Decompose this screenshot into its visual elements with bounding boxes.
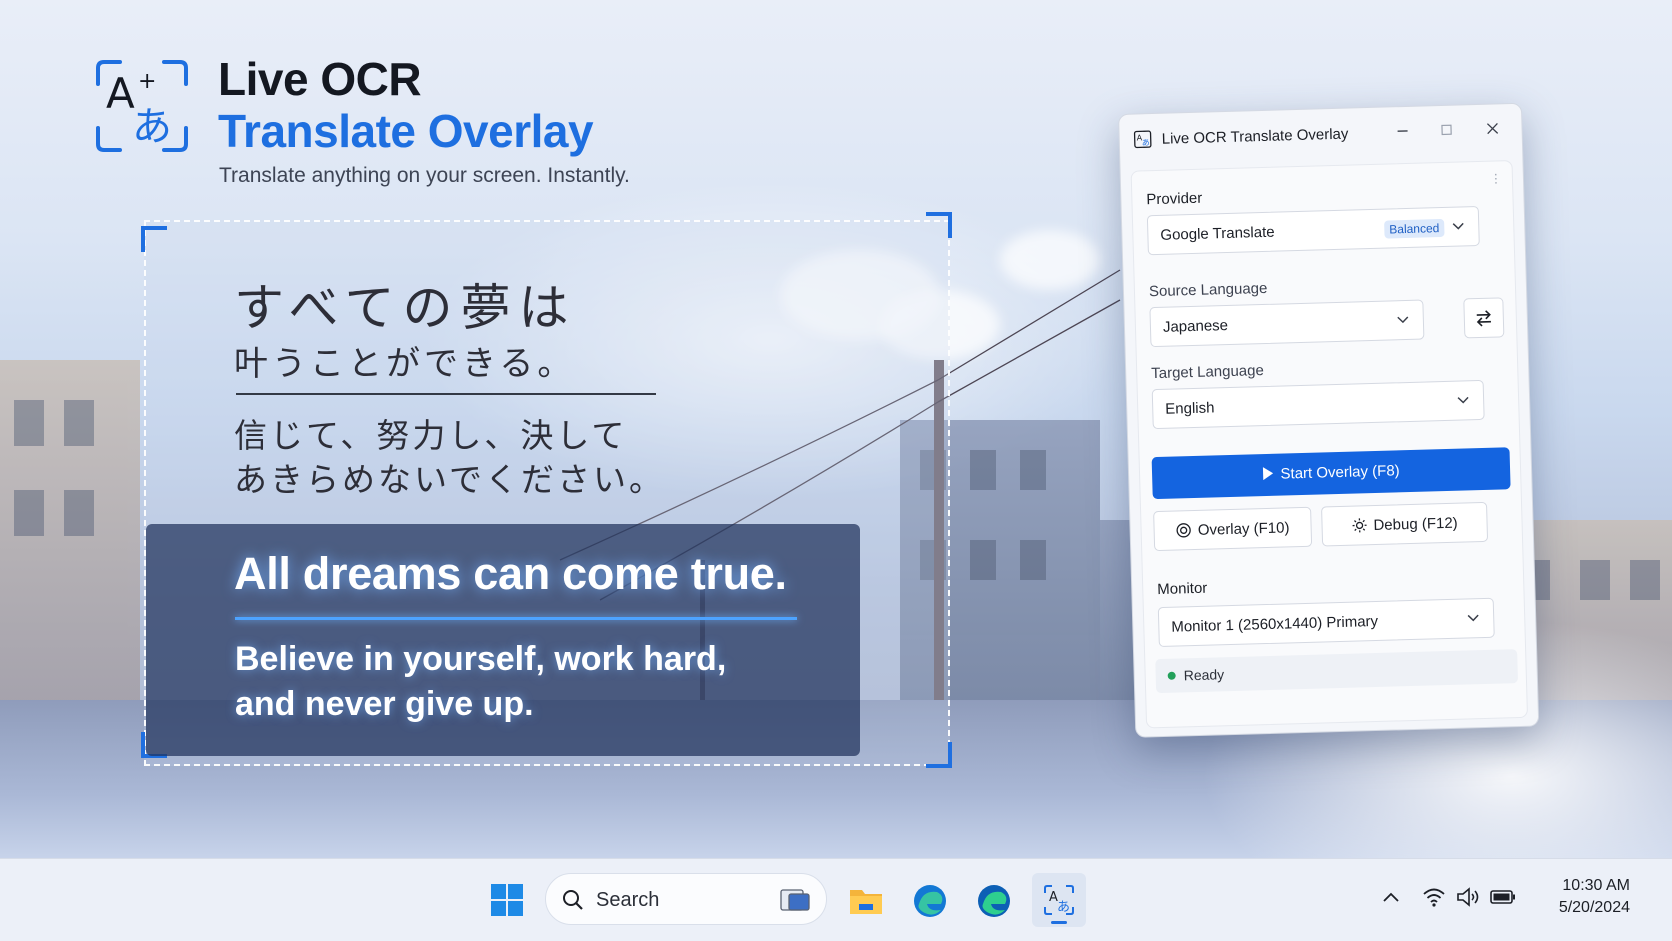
chevron-down-icon	[1397, 316, 1409, 324]
provider-dropdown[interactable]: Google Translate Balanced	[1146, 205, 1480, 256]
overlay-toggle-button[interactable]: Overlay (F10)	[1153, 506, 1313, 552]
chevron-down-icon	[1467, 614, 1479, 622]
provider-label: Provider	[1146, 189, 1203, 209]
clock-date: 5/20/2024	[1558, 899, 1630, 916]
monitor-label: Monitor	[1157, 579, 1208, 599]
chevron-down-icon	[1452, 222, 1464, 230]
file-explorer-icon	[850, 890, 882, 914]
source-language-value: Japanese	[1162, 317, 1229, 336]
svg-text:あ: あ	[1142, 138, 1150, 147]
title-bar[interactable]: A あ Live OCR Translate Overlay	[1119, 104, 1522, 161]
debug-button[interactable]: Debug (F12)	[1321, 501, 1489, 547]
maximize-button[interactable]	[1429, 115, 1464, 144]
start-overlay-button[interactable]: Start Overlay (F8)	[1151, 447, 1511, 500]
debug-gear-icon	[1352, 518, 1367, 533]
close-icon	[1486, 122, 1499, 135]
edge-beta-button[interactable]	[966, 873, 1020, 927]
start-button[interactable]	[480, 873, 534, 927]
edge-beta-icon	[978, 885, 1010, 917]
monitor-dropdown[interactable]: Monitor 1 (2560x1440) Primary	[1157, 597, 1495, 648]
source-text-line-4: あきらめないでください。	[234, 460, 666, 499]
capture-handle-top-right[interactable]	[926, 212, 952, 238]
target-language-label: Target Language	[1151, 362, 1265, 383]
app-icon: A あ	[1133, 130, 1152, 149]
start-overlay-label: Start Overlay (F8)	[1280, 462, 1400, 483]
translate-logo-icon: A + あ	[96, 60, 188, 152]
svg-text:あ: あ	[1057, 900, 1070, 915]
source-divider	[236, 393, 656, 395]
overlay-toggle-label: Overlay (F10)	[1197, 519, 1290, 539]
source-text-block: 信じて、努力し、決して あきらめないでください。	[234, 414, 665, 502]
chevron-up-icon[interactable]	[1382, 889, 1400, 907]
quality-badge: Balanced	[1384, 218, 1445, 239]
status-bar: Ready	[1155, 649, 1519, 694]
task-view-icon[interactable]	[780, 887, 812, 913]
edge-icon	[914, 885, 946, 917]
target-language-dropdown[interactable]: English	[1151, 379, 1485, 430]
provider-value: Google Translate	[1160, 223, 1275, 244]
settings-panel: ⋮ Provider Google Translate Balanced Sou…	[1130, 160, 1529, 729]
status-text: Ready	[1183, 666, 1225, 684]
search-label: Search	[596, 889, 660, 911]
source-language-label: Source Language	[1148, 279, 1268, 301]
window-title: Live OCR Translate Overlay	[1161, 125, 1349, 148]
battery-icon[interactable]	[1490, 889, 1516, 905]
live-ocr-app-icon: A あ	[1044, 885, 1074, 915]
monitor-value: Monitor 1 (2560x1440) Primary	[1171, 612, 1379, 636]
translation-line-1: Believe in yourself, work hard,	[235, 640, 727, 678]
brand-title: Live OCR	[218, 53, 422, 105]
brand-tagline: Translate anything on your screen. Insta…	[219, 164, 630, 187]
brand-subtitle: Translate Overlay	[218, 105, 594, 157]
grip-icon: ⋮	[1489, 171, 1503, 186]
close-button[interactable]	[1475, 114, 1510, 143]
source-text-line-2: 叶うことができる。	[234, 344, 576, 384]
clock-time: 10:30 AM	[1562, 877, 1630, 894]
maximize-icon	[1441, 124, 1452, 136]
taskbar-search[interactable]: Search	[545, 873, 827, 925]
swap-languages-button[interactable]	[1463, 297, 1505, 339]
target-icon	[1176, 523, 1191, 538]
svg-text:+: +	[138, 69, 156, 94]
start-icon	[491, 884, 523, 916]
source-text-line-1: すべての夢は	[234, 279, 577, 337]
active-app-indicator	[1051, 921, 1067, 924]
source-text-line-3: 信じて、努力し、決して	[234, 416, 628, 455]
target-language-value: English	[1165, 399, 1215, 418]
status-indicator-icon	[1167, 671, 1176, 680]
svg-text:A: A	[106, 69, 135, 118]
capture-handle-bottom-right[interactable]	[926, 742, 952, 768]
capture-handle-top-left[interactable]	[141, 226, 167, 252]
search-icon	[563, 890, 583, 910]
svg-text:あ: あ	[132, 104, 172, 150]
file-explorer-button[interactable]	[838, 873, 892, 927]
taskbar: Search A あ 10:30 AM 5/20/2024	[0, 858, 1672, 941]
wifi-icon[interactable]	[1422, 887, 1446, 907]
edge-button[interactable]	[902, 873, 956, 927]
translation-main: All dreams can come true.	[234, 548, 787, 599]
debug-label: Debug (F12)	[1373, 514, 1458, 535]
system-clock[interactable]: 10:30 AM 5/20/2024	[1530, 875, 1630, 919]
translation-line-2: and never give up.	[235, 685, 534, 723]
volume-icon[interactable]	[1456, 886, 1482, 908]
source-language-dropdown[interactable]: Japanese	[1149, 299, 1425, 348]
translation-body: Believe in yourself, work hard, and neve…	[235, 637, 726, 727]
chevron-down-icon	[1457, 396, 1469, 404]
swap-icon	[1476, 310, 1491, 327]
play-icon	[1263, 467, 1274, 481]
minimize-button[interactable]	[1385, 117, 1420, 146]
translation-divider	[235, 617, 797, 620]
live-ocr-taskbar-button[interactable]: A あ	[1032, 873, 1086, 927]
app-window: A あ Live OCR Translate Overlay ⋮ Provide…	[1118, 102, 1540, 738]
minimize-icon	[1397, 130, 1408, 132]
